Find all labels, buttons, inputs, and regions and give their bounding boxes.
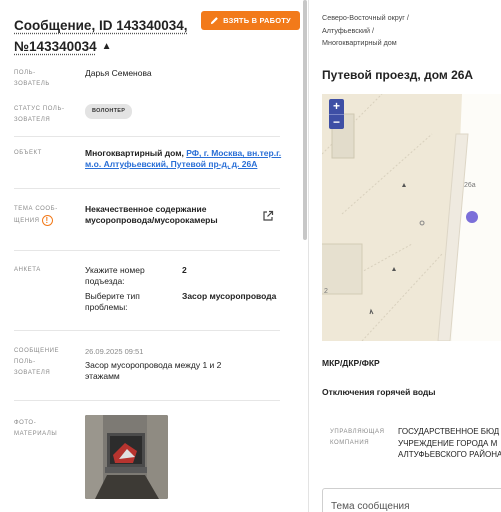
user-row: ПОЛЬ- ЗОВАТЕЛЬ Дарья Семенова [14, 68, 280, 90]
map[interactable]: 26а 2 + − [322, 94, 501, 341]
breadcrumb-area[interactable]: Алтуфьевский / [322, 25, 492, 38]
pencil-icon [210, 17, 218, 25]
photos-label: ФОТО- МАТЕРИАЛЫ [14, 420, 58, 437]
divider [14, 400, 280, 401]
zoom-out-button[interactable]: − [329, 114, 344, 129]
survey-answer-2: Засор мусоропровода [182, 291, 277, 301]
status-label: СТАТУС ПОЛЬ- ЗОВАТЕЛЯ [14, 106, 65, 123]
survey-question-1: Укажите номер подъезда: [85, 265, 145, 286]
mkr-section-title[interactable]: МКР/ДКР/ФКР [322, 358, 380, 368]
management-company-value: ГОСУДАРСТВЕННОЕ БЮД УЧРЕЖДЕНИЕ ГОРОДА М … [398, 426, 501, 461]
topic-label-wrap: ТЕМА СООБ- ЩЕНИЯ! [14, 204, 76, 227]
management-company-line: УЧРЕЖДЕНИЕ ГОРОДА М [398, 438, 498, 448]
map-canvas: 26а 2 [322, 94, 501, 341]
survey-question-2: Выберите тип проблемы: [85, 291, 140, 312]
management-company-line: АЛТУФЬЕВСКОГО РАЙОНА [398, 450, 501, 459]
map-house-label: 26а [464, 182, 476, 189]
management-company-label: УПРАВЛЯЮЩАЯ КОМПАНИЯ [330, 429, 385, 446]
external-link-icon[interactable] [262, 210, 274, 222]
object-type: Многоквартирный дом, [85, 148, 187, 158]
divider [14, 330, 280, 331]
status-badge: ВОЛОНТЕР [85, 104, 133, 119]
message-title-line2: №143340034 [14, 39, 97, 54]
survey-answer-1: 2 [182, 265, 187, 275]
breadcrumb-type: Многоквартирный дом [322, 38, 397, 47]
message-title[interactable]: Сообщение, ID 143340034, №143340034 ▲ [14, 15, 199, 57]
user-message-label: СООБЩЕНИЕ ПОЛЬ- ЗОВАТЕЛЯ [14, 348, 60, 376]
breadcrumb: Северо-Восточный округ / Алтуфьевский / … [322, 12, 492, 50]
object-address: Путевой проезд, дом 26А [322, 68, 474, 82]
object-panel: Северо-Восточный округ / Алтуфьевский / … [309, 0, 501, 512]
zoom-in-button[interactable]: + [329, 99, 344, 114]
object-label: ОБЪЕКТ [14, 150, 42, 156]
status-row: СТАТУС ПОЛЬ- ЗОВАТЕЛЯ ВОЛОНТЕР [14, 104, 280, 126]
user-message-text: Засор мусоропровода между 1 и 2 этажамм [85, 360, 222, 381]
panel-scrollbar[interactable] [303, 0, 307, 240]
map-side-label: 2 [324, 288, 328, 295]
divider [14, 136, 280, 137]
message-topic-input[interactable]: Тема сообщения [322, 488, 501, 512]
user-message-row: СООБЩЕНИЕ ПОЛЬ- ЗОВАТЕЛЯ 26.09.2025 09:5… [14, 346, 280, 386]
divider [14, 250, 280, 251]
survey-row: АНКЕТА Укажите номер подъезда: 2 Выберит… [14, 265, 280, 315]
chevron-up-icon[interactable]: ▲ [102, 36, 112, 57]
divider [14, 188, 280, 189]
photo-image [85, 415, 168, 499]
take-to-work-label: ВЗЯТЬ В РАБОТУ [223, 16, 291, 25]
breadcrumb-district[interactable]: Северо-Восточный округ / [322, 12, 492, 25]
photo-thumbnail[interactable] [85, 415, 168, 499]
message-panel: Сообщение, ID 143340034, №143340034 ▲ ВЗЯ… [0, 0, 306, 512]
message-title-line1: Сообщение, ID 143340034, [14, 18, 188, 33]
map-zoom-controls: + − [329, 99, 344, 129]
user-message-time: 26.09.2025 09:51 [85, 347, 144, 356]
object-row: ОБЪЕКТ Многоквартирный дом, РФ, г. Москв… [14, 148, 281, 174]
take-to-work-button[interactable]: ВЗЯТЬ В РАБОТУ [201, 11, 300, 30]
info-icon[interactable]: ! [41, 215, 53, 226]
management-company-line: ГОСУДАРСТВЕННОЕ БЮД [398, 427, 500, 436]
user-label: ПОЛЬ- ЗОВАТЕЛЬ [14, 70, 50, 87]
message-topic-placeholder: Тема сообщения [331, 501, 410, 512]
survey-label: АНКЕТА [14, 267, 41, 273]
user-value: Дарья Семенова [85, 68, 152, 78]
hot-water-section-title[interactable]: Отключения горячей воды [322, 387, 436, 397]
topic-value: Некачественное содержание мусоропровода/… [85, 204, 218, 225]
topic-row: ТЕМА СООБ- ЩЕНИЯ! Некачественное содержа… [14, 204, 280, 230]
